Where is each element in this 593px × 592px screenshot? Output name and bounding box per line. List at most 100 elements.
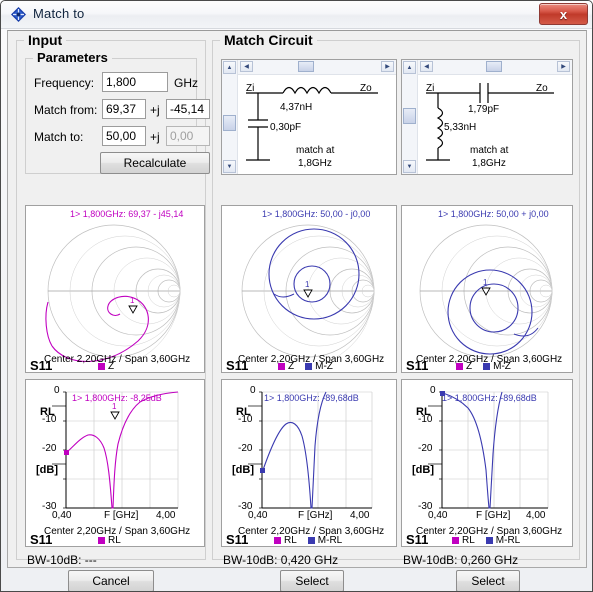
dialog-client-area: Input Parameters Frequency: GHz Match fr… xyxy=(7,30,587,591)
legend-label-mrl: M-RL xyxy=(495,535,521,546)
match-circuit-group: Match Circuit ▲ ▼ ◀ ▶ Zi Zo 4,37nH 0,30p… xyxy=(212,32,580,567)
legend-swatch-mz xyxy=(483,363,491,370)
match-from-imag-input[interactable] xyxy=(166,99,210,119)
vscroll-thumb-2[interactable] xyxy=(403,108,416,124)
smith-legend-1: Z xyxy=(98,361,114,372)
legend-swatch-rl xyxy=(452,537,459,544)
legend-label-z: Z xyxy=(288,361,295,372)
legend-swatch-mz xyxy=(305,363,313,370)
circuit-1-port-out: Zo xyxy=(360,83,372,94)
rl-xtick-max-3: 4,00 xyxy=(526,510,546,521)
bw-label-3: BW-10dB: 0,260 GHz xyxy=(403,553,519,567)
rl-chart-3[interactable]: 1> 1,800GHz: -89,68dB 0 -10 -20 -30 RL [… xyxy=(401,379,573,547)
match-to-plus-i-label: +j xyxy=(150,130,160,144)
scroll-up-button-2[interactable]: ▲ xyxy=(403,61,416,74)
circuit-panel-1[interactable]: ▲ ▼ ◀ ▶ Zi Zo 4,37nH 0,30pF match at 1,8… xyxy=(221,59,397,175)
parameters-group: Parameters Frequency: GHz Match from: +j… xyxy=(25,50,210,174)
scroll-left-button-1[interactable]: ◀ xyxy=(240,61,253,72)
match-to-real-input[interactable] xyxy=(102,126,146,146)
match-to-window: Match to x Input Parameters Frequency: G… xyxy=(0,0,593,592)
rl-ytick-2-3: -20 xyxy=(418,443,433,454)
smith-chart-2[interactable]: 1> 1,800GHz: 50,00 - j0,00 1 Center 2,20… xyxy=(221,205,397,373)
smith-param-2: S11 xyxy=(226,358,249,373)
recalculate-label: Recalculate xyxy=(123,156,187,170)
hscroll-thumb-1[interactable] xyxy=(298,61,314,72)
smith-chart-3[interactable]: 1> 1,800GHz: 50,00 + j0,00 1 Center 2,20… xyxy=(401,205,573,373)
circuit-1-match-line2: 1,8GHz xyxy=(298,158,332,169)
select-label-2: Select xyxy=(471,574,505,588)
circuit-hscrollbar-2[interactable]: ◀ ▶ xyxy=(418,60,572,75)
close-button[interactable]: x xyxy=(539,3,588,25)
rl-ylabel-db-1: [dB] xyxy=(36,464,58,476)
circuit-1-shunt-label: 0,30pF xyxy=(270,122,302,133)
title-bar: Match to x xyxy=(1,1,592,29)
rl-xtick-min-1: 0,40 xyxy=(52,510,72,521)
rl-xtick-max-1: 4,00 xyxy=(156,510,176,521)
rl-xlabel-3: F [GHz] xyxy=(476,510,511,521)
legend-label-z: Z xyxy=(466,361,473,372)
circuit-1-series-label: 4,37nH xyxy=(280,102,313,113)
rl-ylabel-db-2: [dB] xyxy=(232,464,254,476)
legend-label-rl: RL xyxy=(284,535,297,546)
circuit-2-port-out: Zo xyxy=(536,83,548,94)
match-from-plus-i-label: +j xyxy=(150,103,160,117)
rl-param-2: S11 xyxy=(226,532,249,547)
select-button-1[interactable]: Select xyxy=(280,570,344,591)
circuit-2-match-line2: 1,8GHz xyxy=(472,158,506,169)
rl-ylabel-rl-1: RL xyxy=(40,406,55,418)
rl-param-3: S11 xyxy=(406,532,429,547)
legend-swatch-z xyxy=(98,363,105,370)
circuit-1-match-line1: match at xyxy=(296,145,335,156)
rl-ylabel-rl-2: RL xyxy=(236,406,251,418)
legend-label-mz: M-Z xyxy=(315,361,333,372)
smith-param-1: S11 xyxy=(30,358,53,373)
legend-swatch-rl xyxy=(274,537,281,544)
legend-swatch-rl xyxy=(98,537,105,544)
rl-xtick-max-2: 4,00 xyxy=(350,510,370,521)
cancel-label: Cancel xyxy=(92,574,130,588)
window-title: Match to xyxy=(33,6,85,21)
svg-text:1: 1 xyxy=(130,296,135,305)
rl-legend-2: RL M-RL xyxy=(274,535,342,546)
circuit-vscrollbar-2[interactable]: ▲ ▼ xyxy=(402,60,418,174)
legend-swatch-z xyxy=(278,363,285,370)
scroll-down-button-1[interactable]: ▼ xyxy=(223,160,236,173)
recalculate-button[interactable]: Recalculate xyxy=(100,152,210,174)
legend-label-rl: RL xyxy=(108,535,121,546)
scroll-left-button-2[interactable]: ◀ xyxy=(420,61,433,72)
circuit-panel-2[interactable]: ▲ ▼ ◀ ▶ Zi Zo 1,79pF 5,33nH match at 1,8… xyxy=(401,59,573,175)
circuit-vscrollbar-1[interactable]: ▲ ▼ xyxy=(222,60,238,174)
rl-marker-label-1: 1> 1,800GHz: -8,25dB xyxy=(72,393,162,403)
cancel-button[interactable]: Cancel xyxy=(68,570,154,591)
rl-legend-3: RL M-RL xyxy=(452,535,520,546)
select-label-1: Select xyxy=(295,574,329,588)
scroll-right-button-1[interactable]: ▶ xyxy=(381,61,394,72)
circuit-2-series-label: 1,79pF xyxy=(468,104,500,115)
legend-swatch-mrl xyxy=(307,537,315,544)
rl-marker-label-2: 1> 1,800GHz: -89,68dB xyxy=(264,393,359,403)
rl-xlabel-1: F [GHz] xyxy=(104,510,139,521)
hscroll-thumb-2[interactable] xyxy=(486,61,502,72)
rl-chart-1[interactable]: 1 1> 1,800GHz: -8,25dB 0 -10 -20 -30 RL … xyxy=(25,379,205,547)
match-from-label: Match from: xyxy=(34,103,98,117)
app-diamond-icon xyxy=(10,6,27,23)
rl-legend-1: RL xyxy=(98,535,121,546)
close-icon: x xyxy=(559,6,568,22)
circuit-hscrollbar-1[interactable]: ◀ ▶ xyxy=(238,60,396,75)
rl-ytick-2-1: -20 xyxy=(42,443,57,454)
frequency-input[interactable] xyxy=(102,72,168,92)
legend-label-rl: RL xyxy=(462,535,475,546)
match-to-imag-input[interactable] xyxy=(166,126,210,146)
vscroll-thumb-1[interactable] xyxy=(223,115,236,131)
rl-xtick-min-3: 0,40 xyxy=(428,510,448,521)
bw-label-2: BW-10dB: 0,420 GHz xyxy=(223,553,339,567)
select-button-2[interactable]: Select xyxy=(456,570,520,591)
scroll-down-button-2[interactable]: ▼ xyxy=(403,160,416,173)
match-from-real-input[interactable] xyxy=(102,99,146,119)
legend-label-z: Z xyxy=(108,361,115,372)
smith-chart-1[interactable]: 1> 1,800GHz: 69,37 - j45,14 1 Center 2,2… xyxy=(25,205,205,373)
scroll-right-button-2[interactable]: ▶ xyxy=(557,61,570,72)
rl-chart-2[interactable]: 1> 1,800GHz: -89,68dB 0 -10 -20 -30 RL [… xyxy=(221,379,397,547)
scroll-up-button-1[interactable]: ▲ xyxy=(223,61,236,74)
legend-label-mrl: M-RL xyxy=(317,535,343,546)
